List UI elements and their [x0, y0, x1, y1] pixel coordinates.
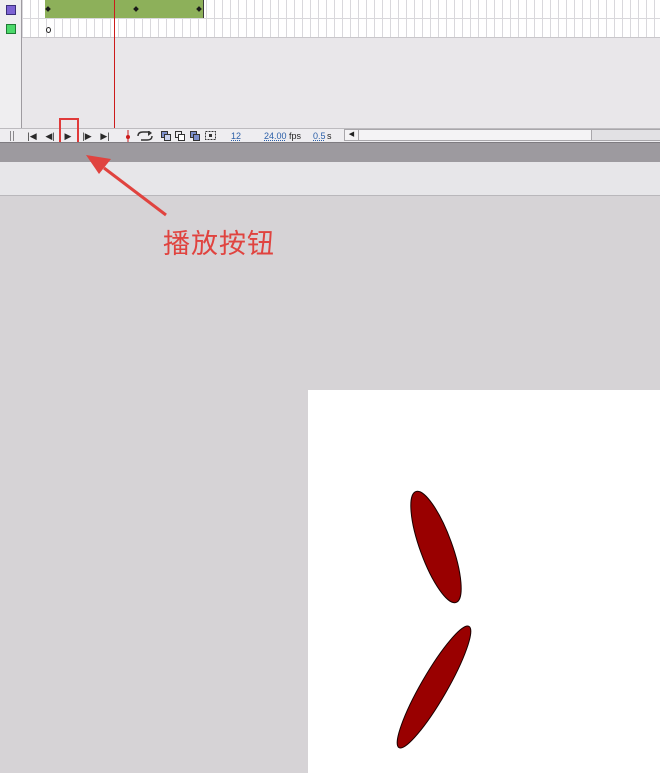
scroll-thumb[interactable]: [591, 130, 660, 140]
first-frame-icon[interactable]: |◀: [26, 130, 38, 142]
current-frame-value[interactable]: 12: [231, 130, 241, 142]
panel-divider[interactable]: [0, 142, 660, 162]
frame-grid[interactable]: [22, 0, 660, 38]
empty-keyframe[interactable]: [46, 27, 51, 33]
frame-rate-value[interactable]: 24.00: [264, 130, 287, 142]
layer-1-icon[interactable]: [6, 5, 16, 15]
loop-icon[interactable]: [137, 131, 153, 141]
onion-skin-outlines-icon[interactable]: [175, 131, 186, 141]
layer-column: [0, 0, 22, 128]
onion-skin-icon[interactable]: [161, 131, 172, 141]
play-button-callout-label: 播放按钮: [163, 229, 275, 260]
end-keyframe[interactable]: [196, 6, 202, 12]
red-ellipse-lower[interactable]: [388, 620, 481, 754]
elapsed-time-value[interactable]: 0.5: [313, 130, 326, 142]
center-frame-icon[interactable]: [124, 130, 132, 142]
step-back-icon[interactable]: ◀|: [44, 130, 56, 142]
edit-bar: [0, 162, 660, 196]
timeline-horizontal-scrollbar[interactable]: ◀: [344, 129, 660, 141]
start-keyframe[interactable]: [45, 6, 51, 12]
middle-keyframe[interactable]: [133, 6, 139, 12]
toolbar-grip[interactable]: [10, 131, 16, 141]
frame-rate-unit: fps: [289, 131, 302, 141]
elapsed-time-unit: s: [327, 131, 332, 141]
step-forward-icon[interactable]: |▶: [81, 130, 93, 142]
motion-tween-span[interactable]: [45, 0, 204, 18]
playhead[interactable]: [114, 0, 115, 128]
layer-2-icon[interactable]: [6, 24, 16, 34]
edit-multiple-frames-icon[interactable]: [190, 131, 201, 141]
stage-canvas: [388, 486, 481, 754]
scroll-left-icon[interactable]: ◀: [345, 130, 359, 140]
play-button-highlight: [59, 118, 79, 144]
red-ellipse-upper[interactable]: [401, 486, 471, 608]
stage[interactable]: [308, 390, 660, 773]
modify-onion-markers-icon[interactable]: [205, 131, 217, 141]
last-frame-icon[interactable]: ▶|: [99, 130, 111, 142]
